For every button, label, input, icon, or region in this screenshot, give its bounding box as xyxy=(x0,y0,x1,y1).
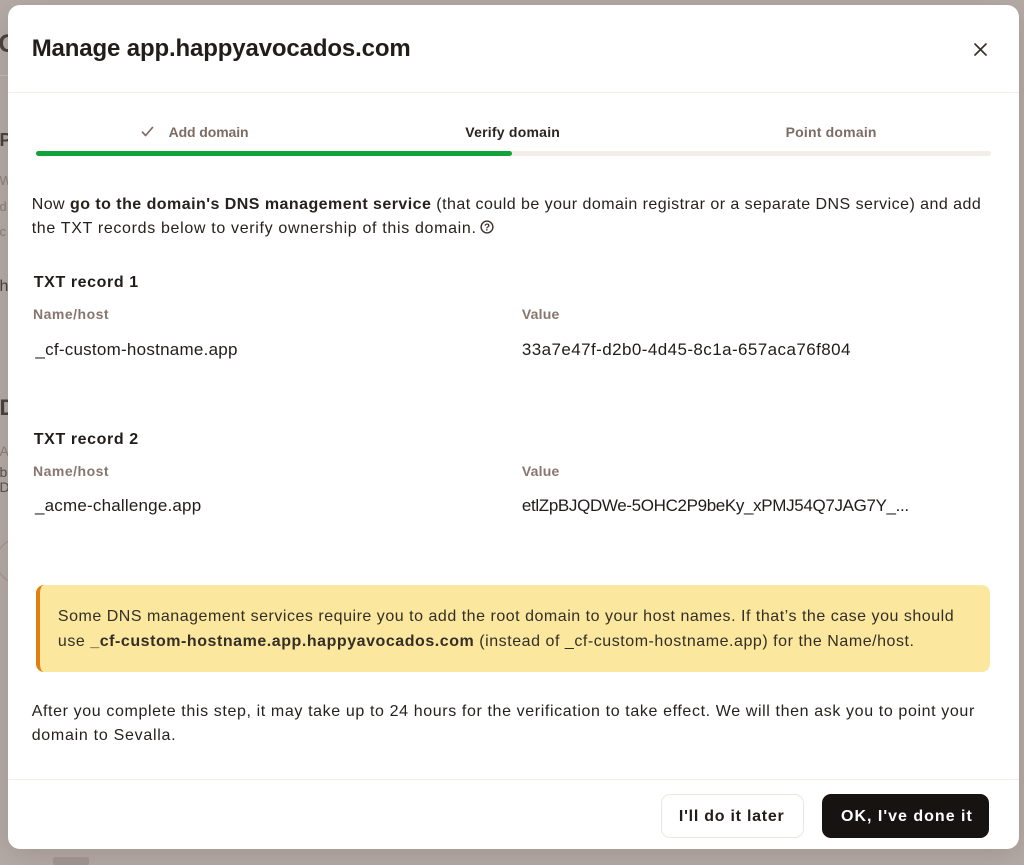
svg-text:?: ? xyxy=(484,223,490,234)
